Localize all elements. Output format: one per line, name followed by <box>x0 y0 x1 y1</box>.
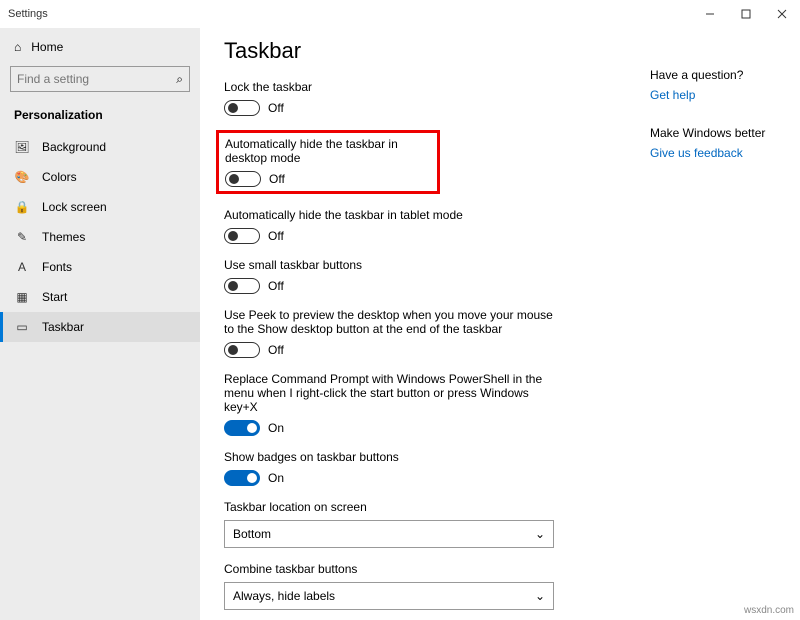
sidebar-item-start[interactable]: ▦ Start <box>0 282 200 312</box>
sidebar-item-label: Start <box>42 290 67 304</box>
sidebar-item-label: Colors <box>42 170 77 184</box>
toggle-state: Off <box>268 279 284 293</box>
close-button[interactable] <box>764 0 800 28</box>
setting-label: Replace Command Prompt with Windows Powe… <box>224 372 554 414</box>
chevron-down-icon: ⌄ <box>535 527 545 541</box>
toggle-switch[interactable] <box>224 228 260 244</box>
setting-row: Use small taskbar buttons Off <box>224 258 626 294</box>
main-content: Taskbar Lock the taskbar Off Automatically… <box>200 28 650 620</box>
taskbar-icon: ▭ <box>14 320 30 334</box>
toggle-switch[interactable] <box>224 100 260 116</box>
search-input[interactable] <box>17 72 176 86</box>
window-title: Settings <box>8 8 48 20</box>
titlebar: Settings <box>0 0 800 28</box>
sidebar-item-label: Background <box>42 140 106 154</box>
search-icon: ⌕ <box>176 72 183 87</box>
watermark: wsxdn.com <box>744 605 794 616</box>
dropdown-select[interactable]: Always, hide labels ⌄ <box>224 582 554 610</box>
window-controls <box>692 0 800 28</box>
sidebar-item-label: Themes <box>42 230 85 244</box>
setting-label: Show badges on taskbar buttons <box>224 450 554 464</box>
dropdown-label: Combine taskbar buttons <box>224 562 626 576</box>
toggle-switch[interactable] <box>224 278 260 294</box>
toggle-switch[interactable] <box>224 342 260 358</box>
toggle-switch[interactable] <box>224 470 260 486</box>
setting-label: Use Peek to preview the desktop when you… <box>224 308 554 336</box>
setting-label: Use small taskbar buttons <box>224 258 554 272</box>
home-button[interactable]: ⌂ Home <box>0 34 200 60</box>
section-header: Personalization <box>0 102 200 132</box>
sidebar-item-taskbar[interactable]: ▭ Taskbar <box>0 312 200 342</box>
dropdown-value: Bottom <box>233 527 271 541</box>
setting-label: Automatically hide the taskbar in tablet… <box>224 208 554 222</box>
toggle-state: Off <box>268 101 284 115</box>
sidebar-item-background[interactable]: 🖼 Background <box>0 132 200 162</box>
toggle-switch[interactable] <box>224 420 260 436</box>
search-box[interactable]: ⌕ <box>10 66 190 92</box>
dropdown-row: Combine taskbar buttons Always, hide labe… <box>224 562 626 610</box>
pencil-icon: ✎ <box>14 230 30 244</box>
setting-row: Automatically hide the taskbar in tablet… <box>224 208 626 244</box>
setting-row: Use Peek to preview the desktop when you… <box>224 308 626 358</box>
setting-row: Lock the taskbar Off <box>224 80 626 116</box>
setting-row: Show badges on taskbar buttons On <box>224 450 626 486</box>
home-label: Home <box>31 40 63 54</box>
sidebar: ⌂ Home ⌕ Personalization 🖼 Background 🎨 Co… <box>0 28 200 620</box>
chevron-down-icon: ⌄ <box>535 589 545 603</box>
question-heading: Have a question? <box>650 68 790 82</box>
home-icon: ⌂ <box>14 40 21 54</box>
dropdown-row: Taskbar location on screen Bottom ⌄ <box>224 500 626 548</box>
lock-icon: 🔒 <box>14 200 30 214</box>
maximize-button[interactable] <box>728 0 764 28</box>
sidebar-item-themes[interactable]: ✎ Themes <box>0 222 200 252</box>
dropdown-select[interactable]: Bottom ⌄ <box>224 520 554 548</box>
toggle-state: Off <box>268 229 284 243</box>
sidebar-item-lockscreen[interactable]: 🔒 Lock screen <box>0 192 200 222</box>
palette-icon: 🎨 <box>14 170 30 184</box>
toggle-state: On <box>268 421 284 435</box>
dropdown-value: Always, hide labels <box>233 589 335 603</box>
sidebar-item-colors[interactable]: 🎨 Colors <box>0 162 200 192</box>
right-pane: Have a question? Get help Make Windows b… <box>650 28 800 620</box>
grid-icon: ▦ <box>14 290 30 304</box>
give-feedback-link[interactable]: Give us feedback <box>650 146 743 160</box>
sidebar-item-label: Taskbar <box>42 320 84 334</box>
dropdown-label: Taskbar location on screen <box>224 500 626 514</box>
setting-row: Automatically hide the taskbar in deskto… <box>216 130 440 194</box>
toggle-switch[interactable] <box>225 171 261 187</box>
toggle-state: Off <box>269 172 285 186</box>
setting-label: Lock the taskbar <box>224 80 554 94</box>
image-icon: 🖼 <box>14 140 30 154</box>
toggle-state: Off <box>268 343 284 357</box>
feedback-heading: Make Windows better <box>650 126 790 140</box>
sidebar-item-label: Lock screen <box>42 200 107 214</box>
toggle-state: On <box>268 471 284 485</box>
sidebar-item-fonts[interactable]: A Fonts <box>0 252 200 282</box>
page-title: Taskbar <box>224 38 626 64</box>
font-icon: A <box>14 260 30 274</box>
setting-row: Replace Command Prompt with Windows Powe… <box>224 372 626 436</box>
sidebar-item-label: Fonts <box>42 260 72 274</box>
minimize-button[interactable] <box>692 0 728 28</box>
setting-label: Automatically hide the taskbar in deskto… <box>225 137 431 165</box>
get-help-link[interactable]: Get help <box>650 88 695 102</box>
